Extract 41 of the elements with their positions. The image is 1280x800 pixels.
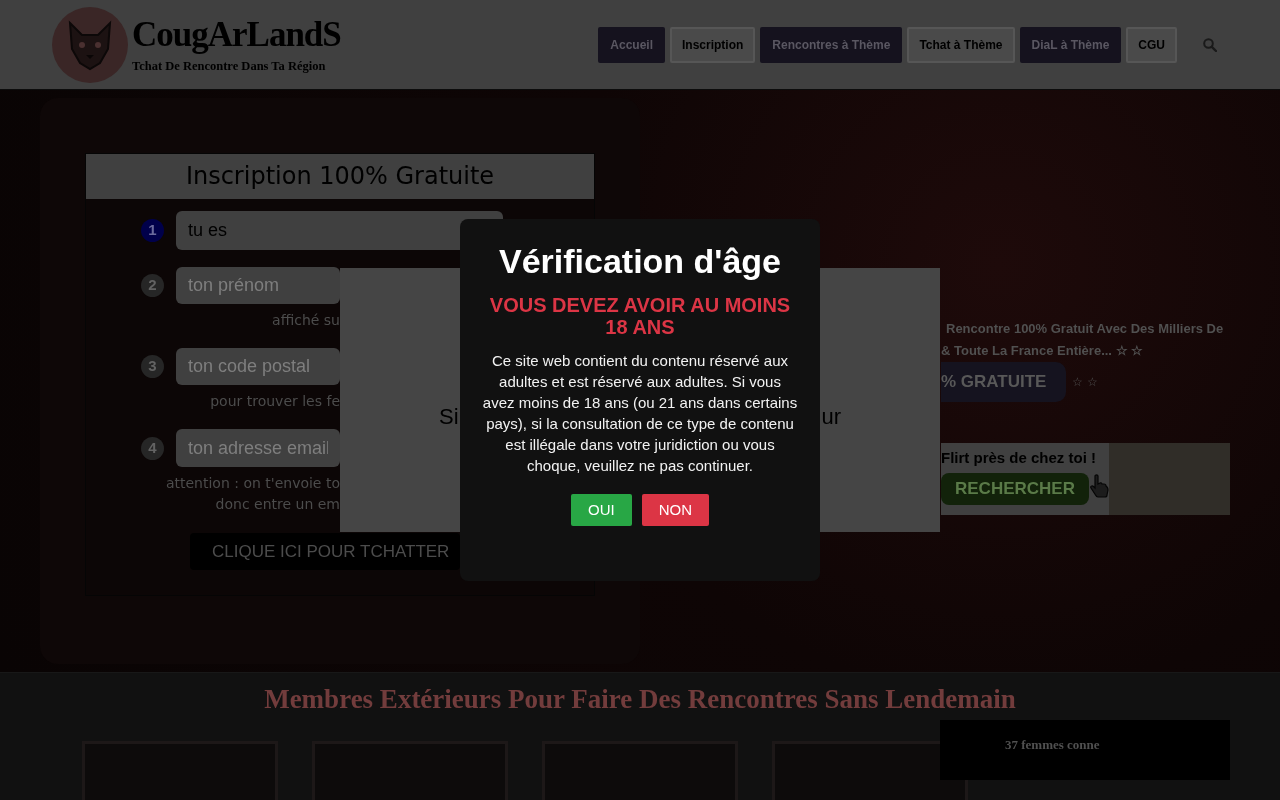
- popup-text: Si: [439, 402, 459, 431]
- nav-link[interactable]: Accueil: [598, 26, 665, 63]
- logo-tagline: Tchat De Rencontre Dans Ta Région: [132, 59, 327, 73]
- banner-headline: Flirt près de chez toi !: [941, 449, 1097, 467]
- nav-link[interactable]: Rencontres à Thème: [760, 26, 903, 63]
- step-number: 3: [141, 355, 164, 378]
- modal-message: Ce site web contient du contenu réservé aux adultes et est réservé aux adultes. Si vous avez moins de 18 ans (ou 21 ans dans certains pays), si la consultation de ce type de contenu est illégale dans votre juridiction ou vous choque, veuillez ne pas continuer.: [482, 351, 798, 476]
- online-count-panel[interactable]: 37 femmes conne: [940, 720, 1230, 780]
- hint-text: affiché su: [271, 311, 340, 330]
- step-number: 4: [141, 436, 164, 460]
- free-signup-button[interactable]: % GRATUITE: [941, 362, 1067, 402]
- search-banner-button[interactable]: RECHERCHER: [941, 473, 1089, 505]
- hand-cursor-icon: [1088, 474, 1109, 498]
- promo-text: & Toute La France Entière... ☆ ☆: [941, 342, 1145, 360]
- hint-text: attention : on t'envoie to: [164, 474, 340, 493]
- no-button[interactable]: NON: [641, 494, 709, 526]
- chat-submit-button[interactable]: CLIQUE ICI POUR TCHATTER: [190, 533, 460, 570]
- step-number: 1: [141, 219, 164, 242]
- yes-button[interactable]: OUI: [571, 494, 632, 526]
- step-number: 2: [141, 274, 164, 297]
- nav-link[interactable]: DiaL à Thème: [1019, 26, 1122, 63]
- stars-text: ☆ ☆: [1072, 374, 1098, 391]
- cat-head-logo-icon[interactable]: [52, 6, 128, 83]
- member-card[interactable]: [772, 741, 968, 800]
- promo-text: Rencontre 100% Gratuit Avec Des Milliers De: [945, 320, 1225, 338]
- hint-text: donc entre un em: [214, 495, 340, 514]
- ad-banner[interactable]: Flirt près de chez toi ! RECHERCHER: [941, 443, 1230, 515]
- nav-link[interactable]: CGU: [1126, 26, 1177, 63]
- form-title: Inscription 100% Gratuite: [86, 154, 594, 199]
- popup-text: ur: [821, 402, 841, 431]
- nav-link[interactable]: Inscription: [670, 26, 756, 63]
- age-warning: VOUS DEVEZ AVOIR AU MOINS 18 ANS: [488, 294, 792, 338]
- nav-link[interactable]: Tchat à Thème: [907, 26, 1015, 63]
- section-title: Membres Extérieurs Pour Faire Des Rencontres Sans Lendemain: [263, 684, 1017, 714]
- hint-text: pour trouver les fe: [209, 392, 340, 411]
- search-icon[interactable]: [1203, 37, 1217, 52]
- online-count-text: 37 femmes conne: [1005, 737, 1100, 752]
- input-field[interactable]: ton prénom: [176, 267, 340, 304]
- logo-title[interactable]: CougArLandS: [132, 16, 341, 54]
- input-field[interactable]: ton code postal: [176, 348, 340, 385]
- input-field[interactable]: ton adresse email: [176, 429, 340, 467]
